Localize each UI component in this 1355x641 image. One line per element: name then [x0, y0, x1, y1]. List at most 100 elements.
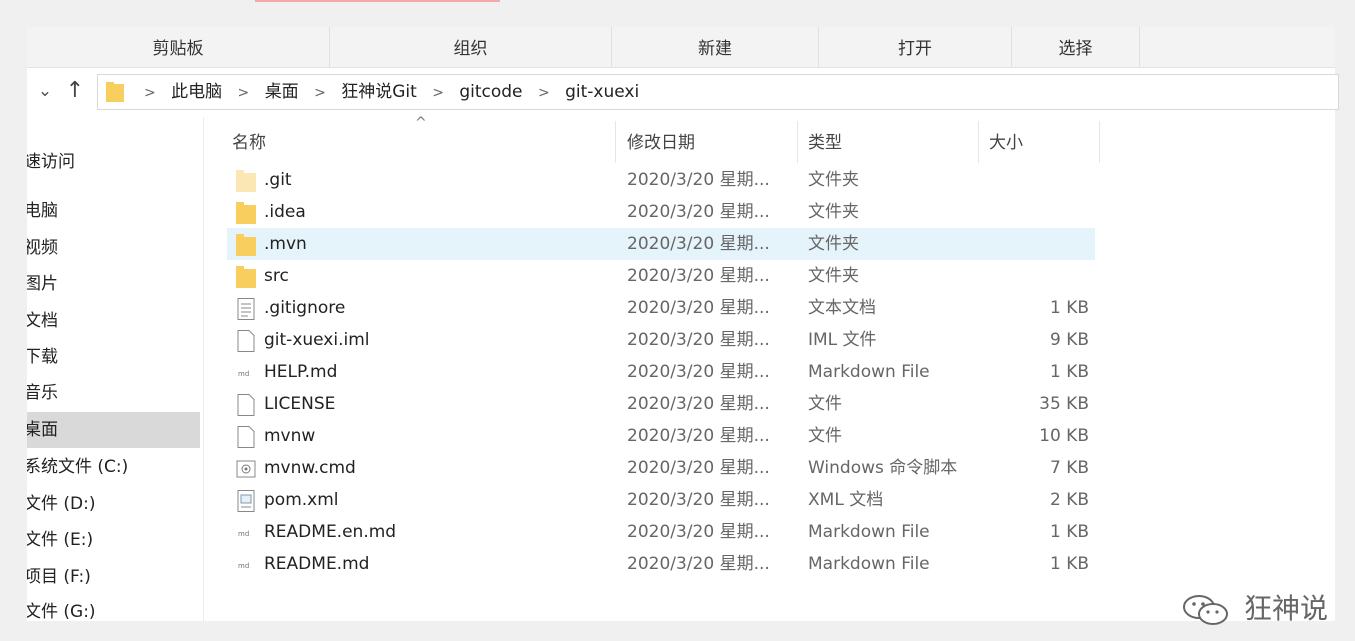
folder-icon — [236, 170, 256, 192]
chevron-down-icon[interactable]: ⌄ — [33, 71, 57, 111]
ribbon-group-new[interactable]: 新建 — [612, 27, 819, 67]
file-size: 2 KB — [1049, 490, 1089, 510]
file-size: 9 KB — [1049, 330, 1089, 350]
file-size: 7 KB — [1049, 458, 1089, 478]
file-type: XML 文档 — [808, 490, 884, 510]
breadcrumb-item[interactable]: 桌面 — [265, 82, 299, 102]
file-name: README.md — [264, 554, 370, 574]
sidebar-item-label: 视频 — [27, 238, 58, 258]
chevron-right-icon[interactable]: > — [238, 85, 250, 101]
breadcrumb-item[interactable]: gitcode — [459, 82, 522, 102]
sidebar-item-pictures[interactable]: 图片 — [27, 266, 200, 302]
folder-icon — [236, 266, 256, 288]
arrow-up-icon[interactable]: ↑ — [61, 71, 89, 111]
sidebar-item-label: 文件 (E:) — [27, 530, 94, 550]
ribbon-group-clipboard[interactable]: 剪贴板 — [27, 27, 330, 67]
ribbon-group-organize[interactable]: 组织 — [330, 27, 612, 67]
breadcrumb: > 此电脑 > 桌面 > 狂神说Git > gitcode > git-xuex… — [134, 75, 639, 109]
sidebar-item-drive-c[interactable]: 系统文件 (C:) — [27, 449, 200, 485]
breadcrumb-item[interactable]: 此电脑 — [171, 82, 222, 102]
file-name: mvnw — [264, 426, 316, 446]
sidebar-item-label: 文件 (D:) — [27, 494, 96, 514]
explorer-window: 剪贴板 组织 新建 打开 选择 ⌄ ↑ > 此电脑 > 桌面 > 狂神说Git … — [27, 27, 1339, 625]
sidebar-item-downloads[interactable]: 下载 — [27, 339, 200, 375]
file-size: 1 KB — [1049, 298, 1089, 318]
column-header-modified[interactable]: 修改日期 — [627, 117, 695, 161]
file-size: 35 KB — [1039, 394, 1089, 414]
file-row[interactable]: .git 2020/3/20 星期... 文件夹 — [227, 164, 1095, 196]
sidebar-item-label: 文件 (G:) — [27, 602, 96, 621]
sidebar-item-label: 项目 (F:) — [27, 567, 91, 587]
watermark-text: 狂神说 — [1244, 592, 1329, 625]
file-type: 文件 — [808, 426, 842, 446]
file-name: src — [264, 266, 289, 286]
pane-divider[interactable] — [203, 117, 204, 621]
column-header-size[interactable]: 大小 — [989, 117, 1023, 161]
file-modified-date: 2020/3/20 星期... — [627, 202, 770, 222]
file-row[interactable]: src 2020/3/20 星期... 文件夹 — [227, 260, 1095, 292]
file-modified-date: 2020/3/20 星期... — [627, 522, 770, 542]
column-header-name[interactable]: 名称 — [232, 117, 266, 161]
sidebar-item-this-pc[interactable]: 电脑 — [27, 193, 200, 229]
sidebar-item-quick-access[interactable]: 速访问 — [27, 144, 200, 180]
file-icon — [236, 426, 256, 448]
breadcrumb-item[interactable]: git-xuexi — [565, 82, 639, 102]
file-size: 1 KB — [1049, 554, 1089, 574]
sidebar-item-desktop[interactable]: 桌面 — [27, 412, 200, 448]
file-type: 文本文档 — [808, 298, 876, 318]
sidebar-item-videos[interactable]: 视频 — [27, 230, 200, 266]
file-modified-date: 2020/3/20 星期... — [627, 362, 770, 382]
file-row[interactable]: .gitignore 2020/3/20 星期... 文本文档 1 KB — [227, 292, 1095, 324]
chevron-right-icon[interactable]: > — [314, 85, 326, 101]
sidebar-item-drive-d[interactable]: 文件 (D:) — [27, 486, 200, 522]
file-name: .idea — [264, 202, 306, 222]
column-separator[interactable] — [978, 121, 979, 163]
column-separator[interactable] — [1099, 121, 1100, 163]
column-header-type[interactable]: 类型 — [808, 117, 842, 161]
file-type: 文件夹 — [808, 170, 859, 190]
file-name: .git — [264, 170, 292, 190]
chevron-right-icon[interactable]: > — [538, 85, 550, 101]
sidebar-item-label: 下载 — [27, 347, 58, 367]
ribbon-group-open[interactable]: 打开 — [819, 27, 1012, 67]
file-size: 10 KB — [1039, 426, 1089, 446]
text-document-icon — [236, 298, 256, 320]
file-row[interactable]: md README.md 2020/3/20 星期... Markdown File 1… — [227, 548, 1095, 580]
sidebar-item-drive-f[interactable]: 项目 (F:) — [27, 559, 200, 595]
svg-text:md: md — [238, 562, 249, 570]
file-name: pom.xml — [264, 490, 339, 510]
sidebar-item-drive-g[interactable]: 文件 (G:) — [27, 594, 200, 621]
file-row[interactable]: mvnw 2020/3/20 星期... 文件 10 KB — [227, 420, 1095, 452]
svg-text:md: md — [238, 530, 249, 538]
address-bar[interactable]: > 此电脑 > 桌面 > 狂神说Git > gitcode > git-xuex… — [97, 74, 1339, 110]
file-modified-date: 2020/3/20 星期... — [627, 394, 770, 414]
file-row[interactable]: md HELP.md 2020/3/20 星期... Markdown File 1 K… — [227, 356, 1095, 388]
file-row[interactable]: LICENSE 2020/3/20 星期... 文件 35 KB — [227, 388, 1095, 420]
file-name: README.en.md — [264, 522, 397, 542]
folder-icon — [106, 82, 124, 102]
file-row[interactable]: .idea 2020/3/20 星期... 文件夹 — [227, 196, 1095, 228]
sidebar-item-documents[interactable]: 文档 — [27, 303, 200, 339]
column-separator[interactable] — [797, 121, 798, 163]
file-row[interactable]: pom.xml 2020/3/20 星期... XML 文档 2 KB — [227, 484, 1095, 516]
breadcrumb-item[interactable]: 狂神说Git — [341, 82, 417, 102]
sidebar-item-music[interactable]: 音乐 — [27, 375, 200, 411]
sidebar-item-drive-e[interactable]: 文件 (E:) — [27, 522, 200, 558]
file-row[interactable]: git-xuexi.iml 2020/3/20 星期... IML 文件 9 KB — [227, 324, 1095, 356]
file-name: LICENSE — [264, 394, 336, 414]
file-row[interactable]: .mvn 2020/3/20 星期... 文件夹 — [227, 228, 1095, 260]
file-type: 文件夹 — [808, 266, 859, 286]
file-modified-date: 2020/3/20 星期... — [627, 490, 770, 510]
chevron-right-icon[interactable]: > — [432, 85, 444, 101]
column-separator[interactable] — [615, 121, 616, 163]
file-type: Markdown File — [808, 362, 930, 382]
ribbon-group-select[interactable]: 选择 — [1012, 27, 1140, 67]
wechat-icon — [1183, 595, 1228, 625]
file-name: HELP.md — [264, 362, 338, 382]
sort-ascending-icon: ^ — [415, 115, 427, 131]
file-name: .gitignore — [264, 298, 346, 318]
sidebar-item-label: 系统文件 (C:) — [27, 457, 129, 477]
file-row[interactable]: md README.en.md 2020/3/20 星期... Markdown Fi… — [227, 516, 1095, 548]
sidebar-item-label: 速访问 — [27, 152, 75, 172]
file-row[interactable]: mvnw.cmd 2020/3/20 星期... Windows 命令脚本 7 KB — [227, 452, 1095, 484]
